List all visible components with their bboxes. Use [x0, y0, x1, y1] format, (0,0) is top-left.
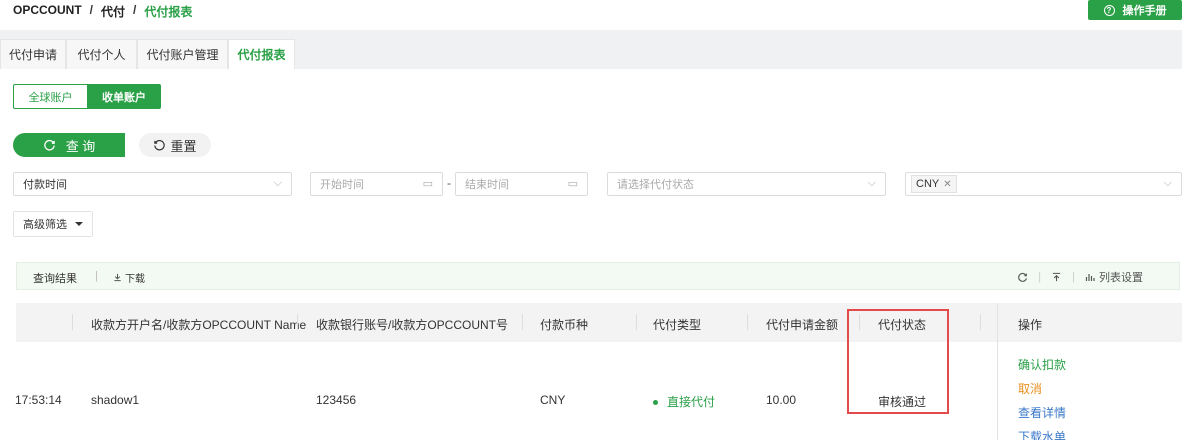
help-circle-icon: ?: [1103, 4, 1115, 16]
confirm-deduct-link[interactable]: 确认扣款: [1018, 356, 1066, 373]
reset-icon: [154, 139, 166, 150]
end-time-input[interactable]: 结束时间 ▭: [455, 172, 588, 196]
tab-label: 代付申请: [8, 48, 57, 62]
operation-header-label: 操作: [1018, 318, 1043, 332]
tab-label: 代付账户管理: [146, 48, 219, 62]
cell-time: 17:53:14: [15, 393, 62, 407]
global-account-toggle[interactable]: 全球账户: [13, 84, 88, 109]
end-time-placeholder: 结束时间: [465, 179, 509, 191]
tab-payout-apply[interactable]: 代付申请: [0, 39, 66, 69]
column-divider: [522, 314, 523, 330]
reset-label: 重置: [170, 138, 197, 154]
payout-type-label: 直接代付: [667, 395, 716, 409]
cancel-link[interactable]: 取消: [1018, 380, 1042, 397]
advanced-filter-button[interactable]: 高级筛选: [13, 211, 93, 237]
status-highlight-box: [847, 309, 949, 414]
divider: |: [1072, 271, 1075, 283]
download-button[interactable]: 下载: [113, 270, 145, 285]
tab-label: 代付个人: [77, 48, 126, 62]
row-operations: 确认扣款 取消 查看详情 下载水单: [997, 342, 1182, 440]
download-receipt-link[interactable]: 下载水单: [1018, 428, 1066, 440]
breadcrumb-level1[interactable]: 代付: [101, 3, 125, 20]
start-time-placeholder: 开始时间: [320, 179, 364, 191]
export-icon[interactable]: [1051, 272, 1062, 283]
cell-bank-account: 123456: [316, 393, 357, 407]
column-header-bank-account[interactable]: 收款银行账号/收款方OPCCOUNT号: [316, 316, 508, 333]
result-label: 查询结果: [33, 273, 77, 285]
refresh-icon[interactable]: [1017, 272, 1028, 283]
manual-button[interactable]: ? 操作手册: [1088, 0, 1182, 20]
operation-column-header: 操作: [997, 303, 1182, 342]
currency-select[interactable]: CNY ✕ ⌵: [905, 172, 1182, 196]
reset-button[interactable]: 重置: [139, 133, 211, 157]
currency-tag: CNY ✕: [911, 175, 957, 193]
range-separator: -: [447, 176, 451, 190]
status-select[interactable]: 请选择代付状态 ⌵: [607, 172, 886, 196]
tab-bar: 代付申请 代付个人 代付账户管理 代付报表: [0, 30, 1182, 69]
calendar-icon: ▭: [567, 178, 578, 190]
tab-payout-personal[interactable]: 代付个人: [66, 39, 137, 69]
download-label: 下载: [125, 274, 145, 285]
cell-payee-name: shadow1: [91, 393, 140, 407]
time-type-value: 付款时间: [23, 179, 67, 191]
column-header-payee-name[interactable]: 收款方开户名/收款方OPCCOUNT Name: [91, 316, 306, 333]
column-header-currency[interactable]: 付款币种: [540, 316, 588, 333]
start-time-input[interactable]: 开始时间 ▭: [310, 172, 443, 196]
breadcrumb-root[interactable]: OPCCOUNT: [13, 3, 82, 20]
view-details-link[interactable]: 查看详情: [1018, 404, 1066, 421]
cell-amount: 10.00: [766, 393, 797, 407]
status-dot-icon: [653, 400, 658, 406]
column-divider: [72, 314, 73, 330]
caret-down-icon: [75, 222, 83, 226]
breadcrumb-separator: /: [133, 3, 137, 17]
manual-label: 操作手册: [1122, 5, 1167, 17]
result-toolbar: 查询结果 | 下载 | | 列表设置: [16, 262, 1180, 290]
top-bar: OPCCOUNT / 代付 / 代付报表 ? 操作手册: [0, 0, 1182, 30]
chevron-down-icon: ⌵: [1163, 177, 1172, 189]
column-settings-label: 列表设置: [1099, 272, 1143, 284]
column-header-amount[interactable]: 代付申请金额: [766, 316, 838, 333]
divider: |: [95, 270, 98, 282]
column-divider: [297, 314, 298, 330]
time-type-select[interactable]: 付款时间 ⌵: [13, 172, 292, 196]
close-icon[interactable]: ✕: [943, 179, 951, 190]
query-label: 查 询: [65, 138, 96, 154]
cell-payout-type: 直接代付: [653, 393, 715, 410]
breadcrumb: OPCCOUNT / 代付 / 代付报表: [13, 3, 192, 20]
advanced-filter-label: 高级筛选: [23, 219, 67, 231]
column-divider: [747, 314, 748, 330]
tab-label: 代付报表: [237, 48, 286, 62]
table-tools: | | 列表设置: [1017, 269, 1143, 285]
column-settings-button[interactable]: 列表设置: [1085, 269, 1143, 285]
currency-tag-label: CNY: [916, 178, 940, 190]
chevron-down-icon: ⌵: [867, 177, 876, 189]
breadcrumb-separator: /: [89, 3, 94, 17]
bar-chart-icon: [1085, 274, 1095, 281]
column-divider: [636, 314, 637, 330]
column-header-payout-type[interactable]: 代付类型: [653, 316, 701, 333]
divider: |: [1038, 271, 1042, 283]
download-icon: [114, 273, 121, 282]
cell-currency: CNY: [540, 393, 566, 407]
chevron-down-icon: ⌵: [273, 177, 282, 189]
calendar-icon: ▭: [422, 178, 433, 190]
status-placeholder: 请选择代付状态: [617, 179, 694, 191]
collect-account-toggle[interactable]: 收单账户: [87, 84, 161, 109]
query-button[interactable]: 查 询: [13, 133, 125, 157]
refresh-icon: [43, 139, 55, 151]
tab-payout-report[interactable]: 代付报表: [228, 39, 295, 69]
breadcrumb-current: 代付报表: [144, 5, 193, 19]
column-divider: [980, 314, 981, 330]
tab-payout-accounts[interactable]: 代付账户管理: [137, 39, 228, 69]
